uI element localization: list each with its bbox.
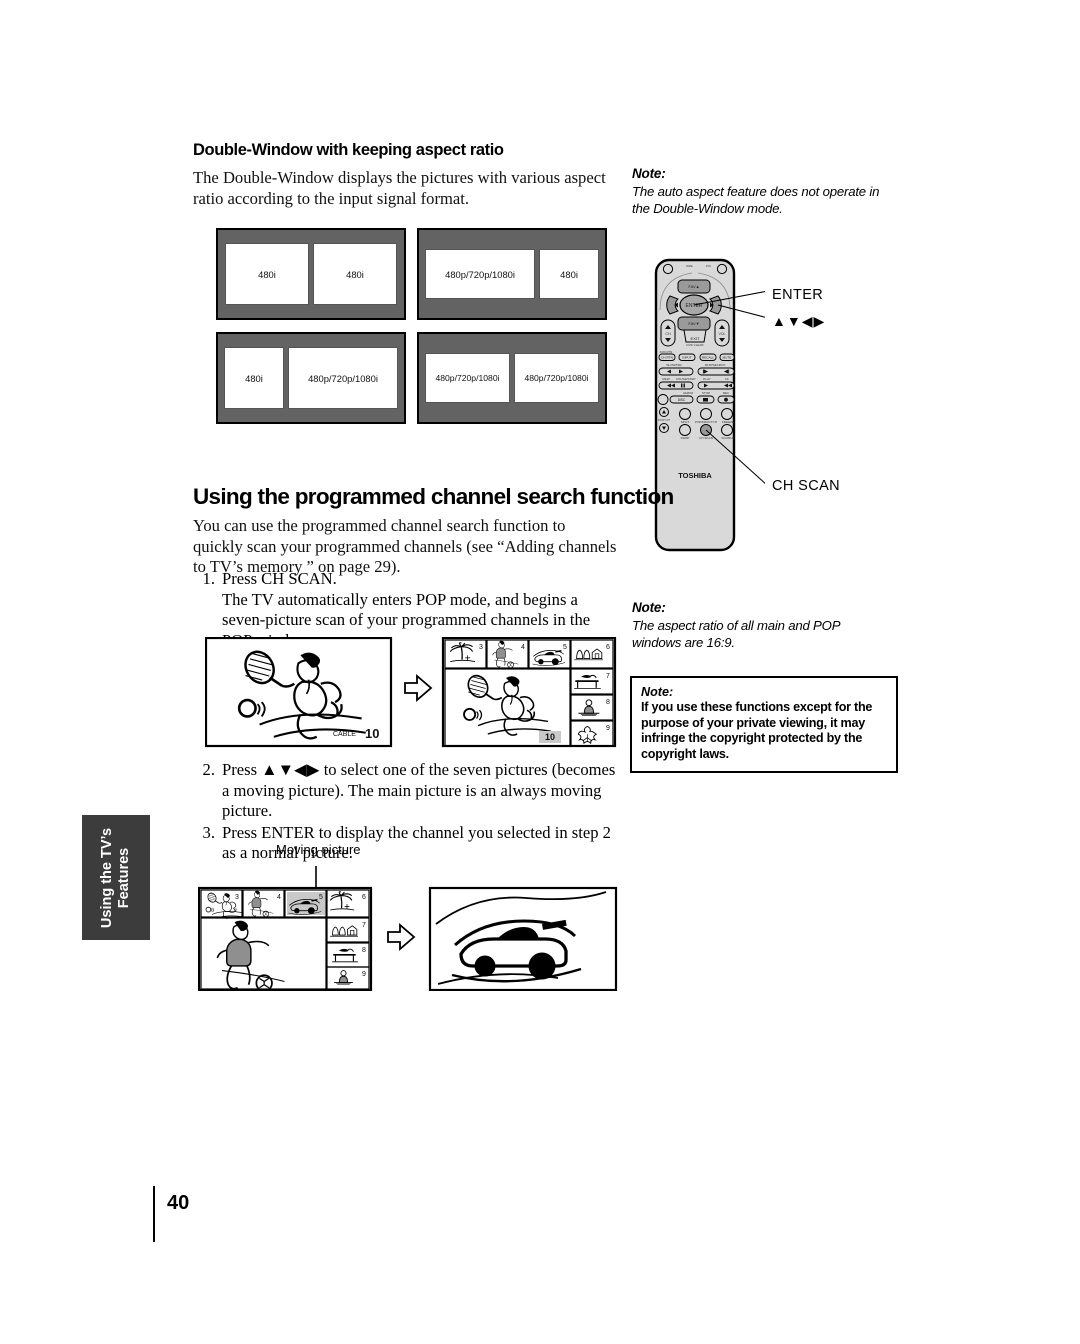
- double-window-diagram-grid: 480i 480i 480p/720p/1080i 480i 480i 480p…: [216, 228, 607, 436]
- diagram-row-top: 480i 480i 480p/720p/1080i 480i: [216, 228, 607, 320]
- pop-illustration-single-to-pop: CABLE 10 3 4 5 6 789 10: [205, 637, 617, 748]
- svg-text:3: 3: [479, 644, 483, 651]
- svg-text:5: 5: [563, 644, 567, 651]
- diagram-box-3: 480i 480p/720p/1080i: [216, 332, 406, 424]
- note-auto-aspect: Note: The auto aspect feature does not o…: [632, 166, 884, 217]
- callout-ch-scan: CH SCAN: [772, 478, 841, 494]
- svg-text:FAV▲: FAV▲: [688, 284, 699, 289]
- step-item: 2. Press ▲▼◀▶ to select one of the seven…: [193, 760, 623, 822]
- step-number: 2.: [202, 760, 215, 779]
- svg-text:AM/FM: AM/FM: [683, 391, 693, 395]
- pop2-left-screen: 3 4 5 6 7 8 9: [198, 886, 373, 991]
- svg-text:REC: REC: [723, 391, 730, 395]
- svg-text:CH SCAN: CH SCAN: [699, 436, 713, 440]
- svg-text:4: 4: [521, 644, 525, 651]
- section-tab: Using the TV’s Features: [82, 815, 150, 940]
- svg-text:6: 6: [362, 894, 366, 901]
- page-number-rule: [153, 1186, 155, 1242]
- diagram-pane-right: 480p/720p/1080i: [514, 353, 599, 403]
- svg-text:VOL: VOL: [719, 332, 726, 336]
- svg-text:POP CH: POP CH: [658, 418, 670, 422]
- channel-band-label: CABLE: [333, 731, 356, 738]
- svg-text:SOURCE: SOURCE: [721, 436, 734, 440]
- svg-text:7: 7: [606, 673, 610, 680]
- svg-text:DVD CLEAR: DVD CLEAR: [686, 343, 704, 347]
- svg-text:MUTE: MUTE: [723, 356, 732, 360]
- svg-text:REW: REW: [662, 377, 669, 381]
- svg-text:8: 8: [362, 947, 366, 954]
- step-text: Press ▲▼◀▶ to select one of the seven pi…: [222, 760, 616, 820]
- svg-text:PIC: PIC: [706, 264, 712, 268]
- remote-control-illustration: SIZE PIC FAV▲ ENTER FAV▼ CH VOL EXIT DVD…: [654, 258, 765, 552]
- diagram-box-1: 480i 480i: [216, 228, 406, 320]
- diagram-pane-left: 480p/720p/1080i: [425, 353, 510, 403]
- diagram-pane-right: 480i: [539, 249, 599, 299]
- svg-text:SPLIT: SPLIT: [681, 420, 690, 424]
- pop1-right-screen: 3 4 5 6 7 8 9 10: [441, 637, 617, 748]
- svg-text:RECALL: RECALL: [702, 356, 714, 360]
- pop1-left-screen: CABLE 10: [205, 637, 393, 748]
- note-body: The aspect ratio of all main and POP win…: [632, 618, 840, 650]
- svg-text:FAV▼: FAV▼: [688, 321, 699, 326]
- svg-text:PAUSE/STEP: PAUSE/STEP: [676, 377, 695, 381]
- note-aspect-ratio: Note: The aspect ratio of all main and P…: [632, 600, 884, 651]
- svg-text:DISC: DISC: [678, 398, 686, 402]
- callout-enter: ENTER: [772, 287, 824, 303]
- pop-illustration-pop-to-single: 3 4 5 6 7 8 9: [198, 866, 618, 991]
- main-channel-number: 10: [545, 732, 555, 742]
- moving-picture-label: Moving picture: [276, 842, 361, 857]
- svg-text:5: 5: [319, 894, 323, 901]
- svg-text:STOP: STOP: [702, 391, 710, 395]
- svg-text:POP/DIR/CTCH: POP/DIR/CTCH: [695, 420, 717, 424]
- svg-text:4: 4: [277, 894, 281, 901]
- note-copyright: Note: If you use these functions except …: [630, 676, 898, 773]
- diagram-pane-left: 480i: [224, 347, 284, 409]
- svg-text:EXIT: EXIT: [691, 336, 700, 341]
- svg-text:SIZE: SIZE: [686, 264, 693, 268]
- step-list-2-3: 2. Press ▲▼◀▶ to select one of the seven…: [193, 760, 623, 865]
- svg-text:SLOW/DIR: SLOW/DIR: [666, 363, 682, 367]
- diagram-pane-left: 480i: [225, 243, 309, 305]
- svg-text:SKIP/SEARCH: SKIP/SEARCH: [705, 363, 726, 367]
- diagram-pane-right: 480p/720p/1080i: [288, 347, 398, 409]
- flow-arrow-icon: [404, 674, 433, 702]
- diagram-box-4: 480p/720p/1080i 480p/720p/1080i: [417, 332, 607, 424]
- svg-text:CH: CH: [665, 332, 671, 336]
- diagram-pane-right: 480i: [313, 243, 397, 305]
- svg-text:3: 3: [235, 894, 239, 901]
- double-window-body-text: The Double-Window displays the pictures …: [193, 168, 606, 208]
- svg-text:FF: FF: [725, 377, 729, 381]
- note-title: Note:: [632, 166, 666, 181]
- svg-text:INPUT: INPUT: [682, 356, 691, 360]
- svg-text:8: 8: [606, 699, 610, 706]
- step-number: 3.: [202, 822, 215, 842]
- svg-text:CH RTN: CH RTN: [661, 356, 673, 360]
- step-item: 3. Press ENTER to display the channel yo…: [193, 823, 623, 864]
- manual-page: Double-Window with keeping aspect ratio …: [0, 0, 1080, 1344]
- section-tab-label: Using the TV’s Features: [99, 827, 132, 928]
- svg-text:6: 6: [606, 644, 610, 651]
- svg-text:FREEZE: FREEZE: [722, 420, 734, 424]
- flow-arrow-icon: [387, 923, 416, 951]
- channel-number-label: 10: [365, 726, 379, 741]
- svg-text:SWAP: SWAP: [681, 436, 690, 440]
- pop2-right-screen: [428, 886, 618, 991]
- double-window-heading: Double-Window with keeping aspect ratio: [193, 141, 504, 159]
- remote-brand-label: TOSHIBA: [678, 471, 712, 480]
- svg-text:DVD RTN: DVD RTN: [660, 350, 672, 354]
- svg-text:9: 9: [606, 725, 610, 732]
- diagram-box-2: 480p/720p/1080i 480i: [417, 228, 607, 320]
- svg-text:PLAY: PLAY: [703, 377, 711, 381]
- diagram-row-bottom: 480i 480p/720p/1080i 480p/720p/1080i 480…: [216, 332, 607, 424]
- svg-text:9: 9: [362, 971, 366, 978]
- note-body: If you use these functions except for th…: [641, 700, 873, 761]
- channel-search-heading: Using the programmed channel search func…: [193, 484, 674, 509]
- note-body: The auto aspect feature does not operate…: [632, 184, 880, 216]
- note-title: Note:: [632, 600, 666, 615]
- diagram-pane-left: 480p/720p/1080i: [425, 249, 536, 299]
- callout-arrow-keys: ▲▼◀▶: [772, 313, 826, 329]
- page-number: 40: [167, 1192, 190, 1214]
- note-title: Note:: [641, 685, 674, 699]
- svg-text:7: 7: [362, 922, 366, 929]
